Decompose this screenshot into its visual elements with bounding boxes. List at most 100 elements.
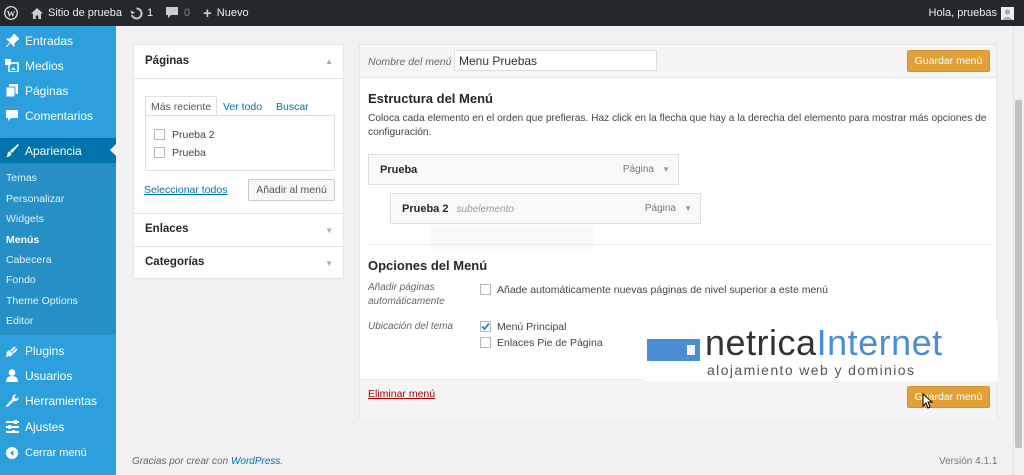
submenu-menus[interactable]: Menús bbox=[6, 234, 39, 246]
divider bbox=[134, 246, 343, 247]
comment-icon bbox=[166, 7, 178, 19]
home-icon bbox=[31, 7, 43, 19]
menu-item-title: Prueba bbox=[380, 164, 418, 176]
collapse-icon bbox=[5, 446, 19, 460]
tab-buscar[interactable]: Buscar bbox=[276, 97, 309, 116]
divider bbox=[134, 213, 343, 214]
plus-icon: + bbox=[203, 4, 212, 22]
page-label: Prueba bbox=[172, 147, 206, 159]
menu-name-input[interactable] bbox=[454, 50, 657, 71]
location-label-footer: Enlaces Pie de Página bbox=[497, 337, 603, 349]
submenu-personalizar[interactable]: Personalizar bbox=[6, 193, 64, 205]
sidebar-item-herramientas[interactable]: Herramientas bbox=[0, 388, 116, 413]
item-expand-arrow-icon[interactable]: ▼ bbox=[684, 204, 692, 213]
account-menu[interactable]: Hola, pruebas bbox=[928, 0, 1014, 26]
new-label: Nuevo bbox=[216, 7, 249, 19]
menu-item-title: Prueba 2 bbox=[402, 203, 449, 215]
watermark-brand: netricaInternet bbox=[705, 323, 943, 363]
add-menu-items-panel: Páginas ▲ Más reciente Ver todo Buscar P… bbox=[133, 44, 344, 279]
sidebar-item-ajustes[interactable]: Ajustes bbox=[0, 414, 116, 439]
footer-thanks-text: Gracias por crear con bbox=[132, 456, 229, 467]
expand-arrow-icon[interactable]: ▼ bbox=[325, 259, 333, 268]
sidebar-item-paginas[interactable]: Páginas bbox=[0, 78, 116, 103]
delete-menu-link[interactable]: Eliminar menú bbox=[368, 388, 435, 400]
item-expand-arrow-icon[interactable]: ▼ bbox=[662, 165, 670, 174]
comments-count: 0 bbox=[184, 7, 191, 19]
menu-item-type: Página bbox=[622, 164, 654, 175]
sidebar-item-medios[interactable]: Medios bbox=[0, 53, 116, 78]
plug-icon bbox=[5, 344, 19, 358]
submenu-theme-options[interactable]: Theme Options bbox=[6, 295, 78, 307]
menu-item-type: Página bbox=[644, 203, 676, 214]
menu-footer: Eliminar menú Guardar menú bbox=[360, 379, 996, 419]
updates-count: 1 bbox=[147, 7, 154, 19]
new-content-link[interactable]: + Nuevo bbox=[203, 0, 249, 26]
menu-name-label: Nombre del menú bbox=[368, 56, 452, 68]
menu-item-title-row: Prueba 2 subelemento bbox=[402, 203, 514, 215]
sidebar-item-plugins[interactable]: Plugins bbox=[0, 338, 116, 363]
location-label-main: Menú Principal bbox=[497, 321, 567, 333]
structure-title: Estructura del Menú bbox=[368, 91, 493, 106]
settings-icon bbox=[5, 420, 19, 434]
watermark-brand-b: Internet bbox=[816, 322, 943, 363]
submenu-temas[interactable]: Temas bbox=[6, 172, 37, 184]
menu-item-prueba-2[interactable]: Prueba 2 subelemento Página ▼ bbox=[390, 193, 701, 224]
menu-item-prueba[interactable]: Prueba Página ▼ bbox=[368, 154, 679, 185]
watermark-tagline: alojamiento web y dominios bbox=[707, 362, 916, 378]
submenu-fondo[interactable]: Fondo bbox=[6, 274, 36, 286]
appearance-submenu bbox=[0, 163, 116, 335]
sidebar-item-comentarios[interactable]: Comentarios bbox=[0, 103, 116, 128]
page-checkbox-prueba-2[interactable] bbox=[154, 129, 165, 140]
tab-ver-todo[interactable]: Ver todo bbox=[223, 97, 262, 116]
location-label: Ubicación del tema bbox=[368, 321, 454, 332]
auto-add-label: Añadir páginas automáticamente bbox=[368, 282, 445, 307]
save-menu-button[interactable]: Guardar menú bbox=[907, 50, 990, 72]
sidebar-item-label: Páginas bbox=[25, 83, 69, 98]
sidebar-item-label: Apariencia bbox=[25, 143, 82, 158]
location-checkbox-footer[interactable] bbox=[480, 337, 491, 348]
collapse-arrow-icon[interactable]: ▲ bbox=[325, 57, 333, 66]
categories-section-title[interactable]: Categorías bbox=[145, 256, 204, 268]
admin-bar: W Sitio de prueba 1 0 + Nuevo Hola, prue… bbox=[0, 0, 1024, 26]
sidebar-item-usuarios[interactable]: Usuarios bbox=[0, 363, 116, 388]
collapse-menu-button[interactable]: Cerrar menú bbox=[0, 440, 116, 465]
site-name-link[interactable]: Sitio de prueba bbox=[31, 0, 122, 26]
greeting: Hola, pruebas bbox=[928, 7, 998, 19]
comments-link[interactable]: 0 bbox=[166, 0, 190, 26]
sidebar-item-apariencia[interactable]: Apariencia bbox=[0, 138, 116, 163]
divider bbox=[368, 244, 990, 245]
tab-mas-reciente[interactable]: Más reciente bbox=[145, 96, 218, 116]
select-all-link[interactable]: Seleccionar todos bbox=[144, 184, 227, 196]
wordpress-link[interactable]: WordPress bbox=[231, 456, 280, 467]
sidebar-item-label: Usuarios bbox=[25, 368, 73, 383]
site-name: Sitio de prueba bbox=[48, 7, 122, 19]
updates-link[interactable]: 1 bbox=[130, 0, 153, 26]
sidebar-item-label: Entradas bbox=[25, 33, 74, 48]
recent-pages-list: Prueba 2 Prueba bbox=[145, 115, 335, 171]
save-menu-button-bottom[interactable]: Guardar menú bbox=[907, 386, 990, 408]
page-checkbox-prueba[interactable] bbox=[154, 147, 165, 158]
submenu-editor[interactable]: Editor bbox=[6, 315, 33, 327]
add-to-menu-button[interactable]: Añadir al menú bbox=[248, 179, 335, 201]
checkmark-icon bbox=[481, 322, 490, 331]
drag-placeholder bbox=[430, 225, 594, 251]
menu-options-title: Opciones del Menú bbox=[368, 258, 488, 273]
sidebar-item-entradas[interactable]: Entradas bbox=[0, 28, 116, 53]
submenu-cabecera[interactable]: Cabecera bbox=[6, 254, 52, 266]
wrench-icon bbox=[5, 394, 19, 408]
location-checkbox-main[interactable] bbox=[480, 321, 491, 332]
links-section-title[interactable]: Enlaces bbox=[145, 223, 188, 235]
wordpress-logo-icon[interactable]: W bbox=[4, 0, 18, 26]
auto-add-text: Añade automáticamente nuevas páginas de … bbox=[497, 284, 828, 296]
expand-arrow-icon[interactable]: ▼ bbox=[325, 226, 333, 235]
menu-header: Nombre del menú Guardar menú bbox=[360, 45, 996, 78]
netrica-watermark: netricaInternet alojamiento web y domini… bbox=[643, 321, 998, 381]
footer-thanks: Gracias por crear con WordPress. bbox=[132, 456, 284, 467]
auto-add-checkbox[interactable] bbox=[480, 284, 491, 295]
scrollbar-thumb[interactable] bbox=[1015, 100, 1022, 448]
sidebar-item-label: Ajustes bbox=[25, 419, 65, 434]
user-icon bbox=[5, 369, 19, 383]
submenu-widgets[interactable]: Widgets bbox=[6, 213, 44, 225]
menu-item-subitem-label: subelemento bbox=[456, 204, 514, 215]
pages-section-title[interactable]: Páginas bbox=[145, 55, 189, 67]
